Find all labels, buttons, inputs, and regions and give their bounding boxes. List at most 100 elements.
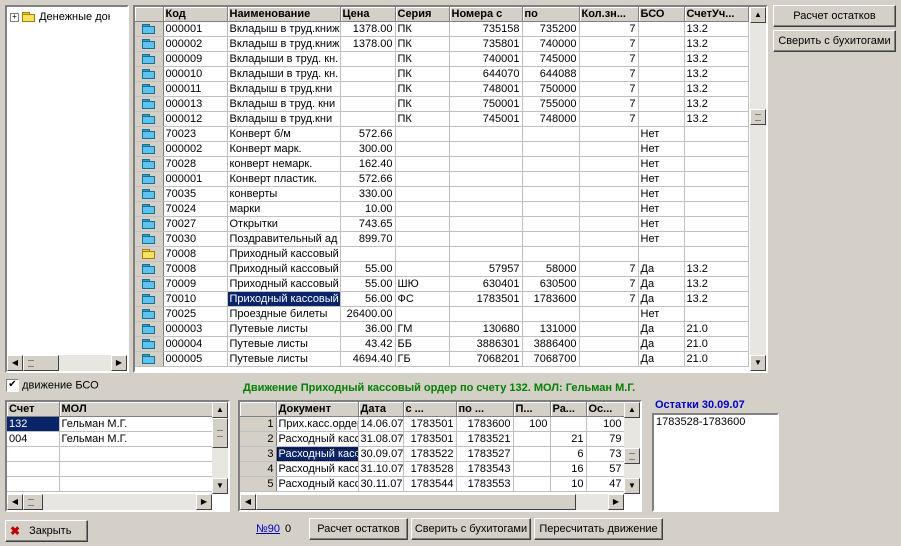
table-row[interactable]: 000009 Вкладыши в труд. кн. ПК 740001 745000… xyxy=(135,51,749,67)
scroll-thumb[interactable] xyxy=(23,494,43,510)
table-row[interactable]: 000013 Вкладыш в труд. кни ПК 750001 755000 7… xyxy=(135,96,749,112)
table-row[interactable]: 70009 Приходный кассовый 55.00 ШЮ 630401 6305… xyxy=(135,276,749,292)
column-header[interactable]: СчетУч... xyxy=(684,7,749,22)
reconcile-bottom-button[interactable]: Сверить с бухитогами xyxy=(411,518,531,540)
expand-icon[interactable]: + xyxy=(10,12,19,22)
table-row[interactable]: 70025 Проездные билеты 26400.00 Нет xyxy=(135,306,749,322)
scroll-thumb[interactable] xyxy=(750,109,766,125)
table-row[interactable]: 2 Расходный касс 31.08.07 1783501 1783521 21 7… xyxy=(240,431,625,447)
row-number: 1 xyxy=(240,416,277,432)
account-table: Счет МОЛ 132 Гельман М.Г. 004 Гельман М.Г. xyxy=(7,402,213,492)
column-header[interactable]: Цена xyxy=(340,7,396,22)
table-row[interactable]: 004 Гельман М.Г. xyxy=(7,431,213,447)
scroll-left-icon[interactable]: ◀ xyxy=(7,494,23,510)
column-header[interactable]: Наименование xyxy=(227,7,341,22)
column-header[interactable]: Дата xyxy=(358,402,404,417)
table-row[interactable]: 000004 Путевые листы 43.42 ББ 3886301 3886400… xyxy=(135,336,749,352)
scroll-down-icon[interactable]: ▼ xyxy=(212,478,228,494)
doc-number-link[interactable]: №90 xyxy=(256,523,280,535)
recalc-movement-button[interactable]: Пересчитать движение xyxy=(534,518,663,540)
scroll-up-icon[interactable]: ▲ xyxy=(212,402,228,418)
close-button[interactable]: ✖ Закрыть xyxy=(5,520,88,542)
table-row[interactable]: 1 Прих.касс.ордер 14.06.07 1783501 1783600 10… xyxy=(240,416,625,432)
table-row[interactable]: 70023 Конверт б/м 572.66 Нет xyxy=(135,126,749,142)
scroll-up-icon[interactable]: ▲ xyxy=(750,7,766,23)
balances-list[interactable]: 1783528-1783600 xyxy=(652,413,779,512)
table-row[interactable]: 5 Расходный касс 30.11.07 1783544 1783553 10 4… xyxy=(240,476,625,492)
checkbox-check-icon[interactable]: ✔ xyxy=(6,379,19,392)
table-row[interactable]: 000001 Вкладыш в труд.книж 1378.00 ПК 735158… xyxy=(135,21,749,37)
scroll-down-icon[interactable]: ▼ xyxy=(750,355,766,371)
table-row[interactable]: 70010 Приходный кассовый 56.00 ФС 1783501 178… xyxy=(135,291,749,307)
column-header[interactable]: П... xyxy=(513,402,551,417)
account-vscroll[interactable]: ▲ ▼ xyxy=(212,402,228,494)
row-folder-cell xyxy=(135,261,164,277)
column-header[interactable]: Документ xyxy=(276,402,359,417)
cell-qty xyxy=(579,216,639,232)
table-row[interactable]: 70008 Приходный кассовый 55.00 57957 58000 7 Д… xyxy=(135,261,749,277)
calc-balance-button[interactable]: Расчет остатков xyxy=(773,5,896,27)
table-row[interactable]: 000003 Путевые листы 36.00 ГМ 130680 131000 Да… xyxy=(135,321,749,337)
reconcile-button[interactable]: Сверить с бухитогами xyxy=(773,30,896,52)
table-row[interactable]: 3 Расходный касс 30.09.07 1783522 1783527 6 73 xyxy=(240,446,625,462)
table-row[interactable]: 000011 Вкладыш в труд.кни ПК 748001 750000 7 1… xyxy=(135,81,749,97)
cell-to xyxy=(522,126,580,142)
table-row[interactable]: 70008 Приходный кассовый xyxy=(135,246,749,262)
balance-item[interactable]: 1783528-1783600 xyxy=(656,416,775,428)
table-row[interactable]: 70030 Поздравительный ад 899.70 Нет xyxy=(135,231,749,247)
document-hscroll[interactable]: ◀ ▶ xyxy=(240,494,624,510)
cell-price: 56.00 xyxy=(340,291,396,307)
account-hscroll[interactable]: ◀ ▶ xyxy=(7,494,212,510)
table-row[interactable]: 70024 марки 10.00 Нет xyxy=(135,201,749,217)
row-folder-cell xyxy=(135,201,164,217)
column-header[interactable]: Серия xyxy=(395,7,450,22)
table-row[interactable]: 70027 Открытки 743.65 Нет xyxy=(135,216,749,232)
scroll-right-icon[interactable]: ▶ xyxy=(608,494,624,510)
table-row[interactable]: 132 Гельман М.Г. xyxy=(7,416,213,432)
table-row[interactable]: 000001 Конверт пластик. 572.66 Нет xyxy=(135,171,749,187)
scroll-thumb[interactable] xyxy=(624,448,640,464)
column-header[interactable]: Счет xyxy=(7,402,60,417)
column-header[interactable]: Ра... xyxy=(550,402,587,417)
cell-code: 70009 xyxy=(163,276,228,292)
table-row[interactable]: 70035 конверты 330.00 Нет xyxy=(135,186,749,202)
table-row[interactable]: 70028 конверт немарк. 162.40 Нет xyxy=(135,156,749,172)
cell-qty: 7 xyxy=(579,36,639,52)
tree-hscroll[interactable]: ◀ ▶ xyxy=(7,355,127,371)
main-vscroll[interactable]: ▲ ▼ xyxy=(750,7,766,371)
table-row[interactable]: 000002 Конверт марк. 300.00 Нет xyxy=(135,141,749,157)
cell-to: 1783521 xyxy=(456,431,514,447)
scroll-right-icon[interactable]: ▶ xyxy=(196,494,212,510)
column-header[interactable]: Кол.зн... xyxy=(579,7,639,22)
table-row[interactable]: 000012 Вкладыш в труд.кни ПК 745001 748000 7 1… xyxy=(135,111,749,127)
scroll-thumb[interactable] xyxy=(256,494,576,510)
document-vscroll[interactable]: ▲ ▼ xyxy=(624,402,640,494)
scroll-down-icon[interactable]: ▼ xyxy=(624,478,640,494)
tree-item-money-docs[interactable]: + Денежные документы xyxy=(10,11,110,23)
column-header[interactable]: МОЛ xyxy=(59,402,213,417)
column-header[interactable]: с ... xyxy=(403,402,457,417)
calc-balance-bottom-button[interactable]: Расчет остатков xyxy=(309,518,408,540)
scroll-thumb[interactable] xyxy=(23,355,59,371)
scroll-right-icon[interactable]: ▶ xyxy=(111,355,127,371)
column-header[interactable]: БСО xyxy=(638,7,685,22)
column-header[interactable]: по ... xyxy=(456,402,514,417)
scroll-up-icon[interactable]: ▲ xyxy=(624,402,640,418)
column-header[interactable]: Код xyxy=(163,7,228,22)
scroll-left-icon[interactable]: ◀ xyxy=(7,355,23,371)
column-header[interactable]: Номера с xyxy=(449,7,523,22)
column-header[interactable] xyxy=(240,402,277,417)
scroll-left-icon[interactable]: ◀ xyxy=(240,494,256,510)
cell-from: 735158 xyxy=(449,21,523,37)
table-row[interactable]: 000005 Путевые листы 4694.40 ГБ 7068201 70687… xyxy=(135,351,749,367)
column-header[interactable]: по xyxy=(522,7,580,22)
column-header[interactable] xyxy=(135,7,164,22)
table-row[interactable]: 000002 Вкладыш в труд.книж 1378.00 ПК 735801… xyxy=(135,36,749,52)
cell-qty: 7 xyxy=(579,21,639,37)
scroll-thumb[interactable] xyxy=(212,418,228,448)
cell-o: 47 xyxy=(586,476,625,492)
bso-movement-checkbox[interactable]: ✔ движение БСО xyxy=(6,379,99,393)
table-row[interactable]: 000010 Вкладыши в труд. кн. ПК 644070 644088… xyxy=(135,66,749,82)
column-header[interactable]: Ос... xyxy=(586,402,625,417)
table-row[interactable]: 4 Расходный касс 31.10.07 1783528 1783543 16 5… xyxy=(240,461,625,477)
